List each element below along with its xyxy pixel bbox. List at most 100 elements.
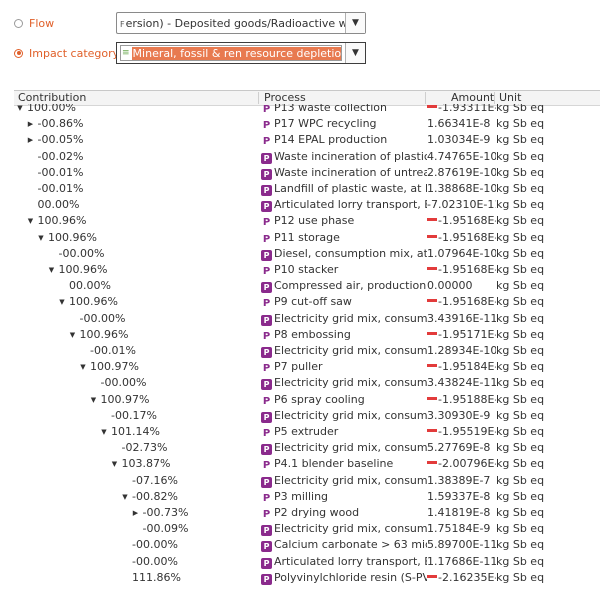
process-name: P10 stacker (274, 263, 339, 276)
header-contribution[interactable]: Contribution (18, 91, 86, 105)
header-process[interactable]: Process (264, 91, 306, 105)
collapsed-arrow-icon[interactable]: ▶ (132, 505, 140, 521)
flow-select-text: ersion) - Deposited goods/Radioactive wa… (125, 16, 345, 30)
tree-row[interactable]: ▶ -00.73% P P2 drying wood 1.41819E-8 kg Sb e… (14, 505, 600, 521)
impact-category-field[interactable]: ≡ Mineral, fossil & ren resource depleti… (120, 45, 342, 61)
amount-cell: 3.43824E-11 (427, 375, 496, 391)
expanded-arrow-icon[interactable]: ▼ (69, 327, 77, 343)
tree-row[interactable]: -07.16% PElectricity grid mix, consumptio… (14, 473, 600, 489)
amount-value: 1.17686E-11 (427, 555, 496, 568)
process-name: P12 use phase (274, 214, 355, 227)
process-icon: P (261, 525, 272, 536)
negative-bar-icon (427, 429, 437, 432)
process-icon: P (261, 169, 272, 180)
tree-row[interactable]: -00.00% PCalcium carbonate > 63 microns,5… (14, 537, 600, 553)
expanded-arrow-icon[interactable]: ▼ (16, 104, 24, 116)
tree-row[interactable]: -00.09% PElectricity grid mix, consumptio… (14, 521, 600, 537)
column-divider[interactable] (258, 92, 259, 104)
flow-select[interactable]: Fersion) - Deposited goods/Radioactive w… (116, 12, 366, 34)
tree-row[interactable]: 111.86% PPolyvinylchloride resin (S-PVC),… (14, 570, 600, 586)
tree-row[interactable]: ▼100.97% PP7 puller -1.95184E-6kg Sb eq (14, 359, 600, 375)
negative-bar-icon (427, 364, 437, 367)
tree-row[interactable]: ▼100.96% PP12 use phase -1.95168E-6kg Sb e… (14, 213, 600, 229)
tree-row[interactable]: ▼101.14% PP5 extruder -1.95519E-6kg Sb eq (14, 424, 600, 440)
tree-row[interactable]: -00.02% PWaste incineration of plastics (… (14, 149, 600, 165)
tree-row[interactable]: -00.00% PElectricity grid mix, consumptio… (14, 311, 600, 327)
expanded-arrow-icon[interactable]: ▼ (111, 456, 119, 472)
tree-row[interactable]: ▼100.96% PP9 cut-off saw -1.95168E-6kg Sb … (14, 294, 600, 310)
tree-row[interactable]: ▼100.96% PP10 stacker -1.95168E-6kg Sb eq (14, 262, 600, 278)
expanded-arrow-icon[interactable]: ▼ (79, 359, 87, 375)
process-cell: P P7 puller (261, 359, 427, 375)
amount-cell: -1.95171E-6 (427, 327, 496, 343)
tree-row[interactable]: ▼ -00.82% P P3 milling 1.59337E-8 kg Sb eq (14, 489, 600, 505)
tree-row[interactable]: ▶ -00.86% P P17 WPC recycling 1.66341E-8 kg S… (14, 116, 600, 132)
amount-value: 0.00000 (427, 279, 473, 292)
process-name: Landfill of plastic waste, at landf (274, 182, 427, 195)
amount-cell: 1.59337E-8 (427, 489, 496, 505)
tree-row[interactable]: -00.00% PArticulated lorry transport, Eur… (14, 554, 600, 570)
tree-row[interactable]: -00.01% PWaste incineration of untreated2… (14, 165, 600, 181)
process-cell: P P14 EPAL production (261, 132, 427, 148)
tree-row[interactable]: ▼100.97% PP6 spray cooling -1.95188E-6kg S… (14, 392, 600, 408)
process-icon: P (261, 315, 272, 326)
flow-label: Flow (29, 16, 55, 30)
expanded-arrow-icon[interactable]: ▼ (58, 294, 66, 310)
amount-value: 1.66341E-8 (427, 117, 491, 130)
impact-category-option[interactable]: Impact category (14, 42, 119, 64)
collapsed-arrow-icon[interactable]: ▶ (27, 132, 35, 148)
tree-row[interactable]: ▼100.96% PP8 embossing -1.95171E-6kg Sb eq (14, 327, 600, 343)
process-icon: P (262, 331, 271, 342)
column-divider[interactable] (425, 92, 426, 104)
unit-value: kg Sb eq (496, 247, 545, 260)
collapsed-arrow-icon[interactable]: ▶ (27, 116, 35, 132)
chevron-down-icon[interactable]: ▼ (345, 43, 365, 63)
contribution-value: 00.00% (69, 279, 111, 292)
tree-row[interactable]: ▼100.96% PP11 storage -1.95168E-6kg Sb eq (14, 230, 600, 246)
expanded-arrow-icon[interactable]: ▼ (27, 213, 35, 229)
tree-row[interactable]: -00.00% PElectricity grid mix, consumptio… (14, 375, 600, 391)
amount-value: 4.74765E-10 (427, 150, 496, 163)
impact-category-radio[interactable] (14, 48, 23, 58)
flow-option[interactable]: Flow (14, 12, 54, 34)
flow-radio[interactable] (14, 18, 23, 28)
header-unit[interactable]: Unit (499, 91, 521, 105)
process-name: P7 puller (274, 360, 323, 373)
expanded-arrow-icon[interactable]: ▼ (121, 489, 129, 505)
expanded-arrow-icon[interactable]: ▼ (100, 424, 108, 440)
column-divider[interactable] (494, 92, 495, 104)
contribution-tree[interactable]: ▼100.00%PP13 waste collection-1.93311E-6… (14, 104, 600, 594)
tree-row[interactable]: ▶ -00.05% P P14 EPAL production 1.03034E-9 kg… (14, 132, 600, 148)
expanded-arrow-icon[interactable]: ▼ (90, 392, 98, 408)
negative-bar-icon (427, 397, 437, 400)
amount-value: 1.38868E-10 (427, 182, 496, 195)
tree-row[interactable]: -00.17% PElectricity grid mix, consumptio… (14, 408, 600, 424)
amount-value: 1.41819E-8 (427, 506, 491, 519)
tree-row[interactable]: ▼100.00% PP13 waste collection -1.93311E-6… (14, 104, 600, 116)
impact-category-select[interactable]: ≡ Mineral, fossil & ren resource depleti… (116, 42, 366, 64)
contribution-value: -00.86% (37, 117, 84, 130)
amount-cell: -1.95168E-6 (427, 230, 496, 246)
expanded-arrow-icon[interactable]: ▼ (37, 230, 45, 246)
unit-value: kg Sb eq (496, 490, 545, 503)
tree-row[interactable]: 00.00% PCompressed air, production mix,0.… (14, 278, 600, 294)
tree-row[interactable]: -00.01% PElectricity grid mix, consumptio… (14, 343, 600, 359)
process-icon: P (261, 379, 272, 390)
process-cell: PElectricity grid mix, consumption (261, 440, 427, 456)
process-cell: PArticulated lorry transport, Euro (261, 197, 427, 213)
unit-value: kg Sb eq (496, 555, 545, 568)
tree-row[interactable]: 00.00% PArticulated lorry transport, Euro… (14, 197, 600, 213)
chevron-down-icon[interactable]: ▼ (345, 13, 365, 33)
tree-row[interactable]: -00.01% PLandfill of plastic waste, at la… (14, 181, 600, 197)
process-name: Electricity grid mix, consumption (274, 474, 427, 487)
process-icon: P (262, 266, 271, 277)
tree-row[interactable]: -02.73% PElectricity grid mix, consumptio… (14, 440, 600, 456)
process-name: P4.1 blender baseline (274, 457, 394, 470)
contribution-value: -02.73% (121, 441, 168, 454)
amount-value: 1.28934E-10 (427, 344, 496, 357)
tree-row[interactable]: -00.00% PDiesel, consumption mix, at refi… (14, 246, 600, 262)
unit-value: kg Sb eq (496, 263, 545, 276)
expanded-arrow-icon[interactable]: ▼ (48, 262, 56, 278)
tree-row[interactable]: ▼103.87% PP4.1 blender baseline -2.00796E-… (14, 456, 600, 472)
header-amount[interactable]: Amount (451, 91, 494, 105)
